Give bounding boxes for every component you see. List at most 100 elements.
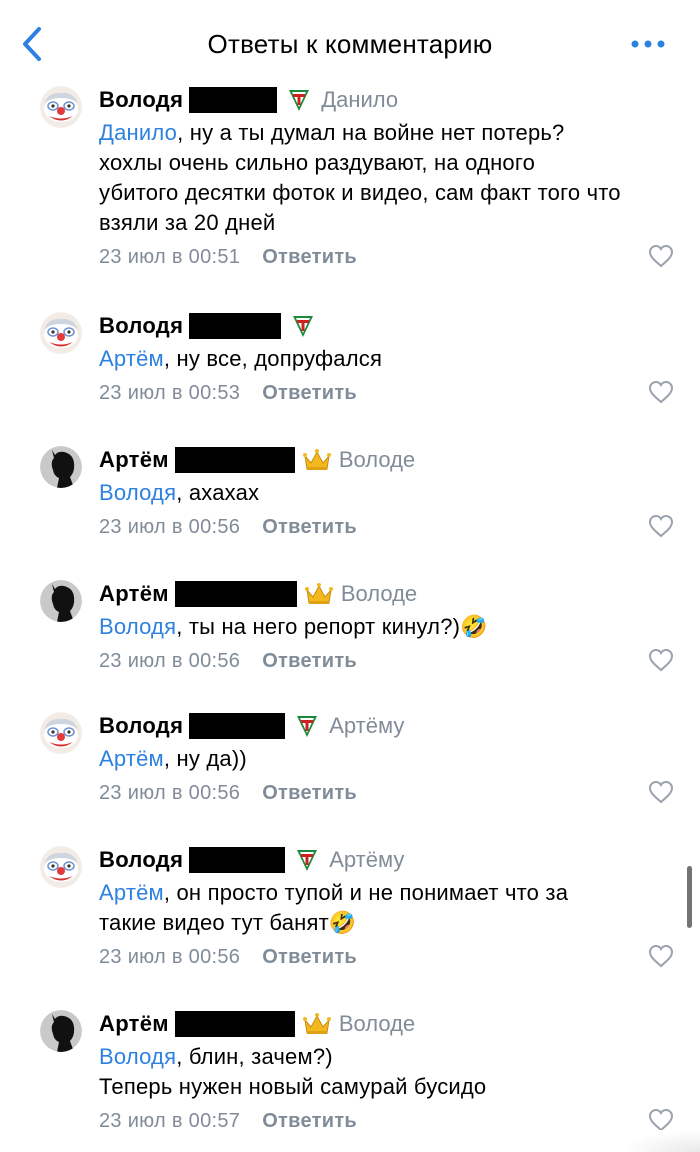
comment-meta: 23 июл в 00:53 Ответить [99, 376, 680, 410]
comment-text: Артём, ну да)) [99, 744, 680, 774]
redaction-bar [189, 847, 286, 873]
comment-header: Артём Володе [99, 580, 680, 608]
comment-body: Артём Володе Володя, блин, зачем?) Теперь н… [99, 1010, 680, 1138]
comment-header: Артём Володе [99, 1010, 680, 1038]
comment-meta: 23 июл в 00:56 Ответить [99, 940, 680, 974]
comment-header: Володя Артёму [99, 712, 680, 740]
top-bar: Ответы к комментарию [0, 0, 700, 88]
author-name[interactable]: Артём [99, 1011, 169, 1037]
comment-line: Володя, ты на него репорт кинул?)🤣 [99, 612, 680, 642]
redaction-bar [174, 1011, 295, 1037]
comment-meta: 23 июл в 00:56 Ответить [99, 776, 680, 810]
heart-icon[interactable] [648, 780, 674, 804]
reply-to-name[interactable]: Володе [339, 447, 415, 473]
comment-header: Володя Артёму [99, 846, 680, 874]
heart-icon[interactable] [648, 648, 674, 672]
comment-body: Артём Володе Володя, ахахах 23 июл в 00:56 О… [99, 446, 680, 544]
redaction-bar [174, 447, 295, 473]
redaction-bar [174, 581, 297, 607]
mention-link[interactable]: Артём [99, 346, 164, 371]
comment-header: Артём Володе [99, 446, 680, 474]
comment-line: такие видео тут банят🤣 [99, 908, 680, 938]
comment-line-text: , ты на него репорт кинул?)🤣 [176, 614, 488, 639]
clown-avatar[interactable] [40, 312, 82, 354]
comment-header: Володя Данило [99, 86, 680, 114]
comment-header: Володя [99, 312, 680, 340]
comment-text: Артём, он просто тупой и не понимает что… [99, 878, 680, 938]
author-name[interactable]: Володя [99, 313, 183, 339]
comment-line-text: , ахахах [176, 480, 260, 505]
timestamp: 23 июл в 00:56 [99, 945, 241, 968]
clown-avatar[interactable] [40, 846, 82, 888]
mention-link[interactable]: Володя [99, 480, 176, 505]
comment-text: Володя, ахахах [99, 478, 680, 508]
reply-to-name[interactable]: Данило [321, 87, 398, 113]
comment-text: Володя, ты на него репорт кинул?)🤣 [99, 612, 680, 642]
mention-link[interactable]: Володя [99, 614, 176, 639]
reply-button[interactable]: Ответить [262, 516, 357, 539]
comment-line-text: , ну да)) [163, 746, 247, 771]
mention-link[interactable]: Данило [99, 120, 177, 145]
comment-body: Артём Володе Володя, ты на него репорт кин… [99, 580, 680, 678]
comment-line: Володя, блин, зачем?) [99, 1042, 680, 1072]
timestamp: 23 июл в 00:56 [99, 649, 241, 672]
comment-text: Артём, ну все, допруфался [99, 344, 680, 374]
corner-shadow [620, 1130, 700, 1152]
torpedo-badge-icon [285, 86, 313, 114]
reply-to-name[interactable]: Володе [341, 581, 417, 607]
reply-button[interactable]: Ответить [262, 650, 357, 673]
comment-text: Володя, блин, зачем?) Теперь нужен новый … [99, 1042, 680, 1102]
heart-icon[interactable] [648, 1108, 674, 1132]
scrollbar[interactable] [687, 866, 692, 928]
silhouette-avatar[interactable] [40, 446, 82, 488]
comment-line-text: хохлы очень сильно раздувают, на одного [99, 150, 536, 175]
mention-link[interactable]: Артём [99, 746, 164, 771]
reply-button[interactable]: Ответить [262, 1110, 357, 1133]
comment-text: Данило, ну а ты думал на войне нет потер… [99, 118, 680, 238]
comment-body: Володя Артёму Артём, он просто тупой и не … [99, 846, 680, 974]
more-dots-icon[interactable] [628, 30, 668, 58]
comment-line: Артём, ну да)) [99, 744, 680, 774]
silhouette-avatar[interactable] [40, 1010, 82, 1052]
heart-icon[interactable] [648, 944, 674, 968]
redaction-bar [189, 713, 286, 739]
mention-link[interactable]: Володя [99, 1044, 176, 1069]
timestamp: 23 июл в 00:53 [99, 381, 241, 404]
redaction-bar [189, 313, 282, 339]
reply-button[interactable]: Ответить [262, 946, 357, 969]
comment-line-text: Теперь нужен новый самурай бусидо [99, 1074, 487, 1099]
comment-line-text: убитого десятки фоток и видео, сам факт … [99, 180, 621, 205]
comment-line: Артём, ну все, допруфался [99, 344, 680, 374]
reply-to-name[interactable]: Артёму [329, 847, 404, 873]
clown-avatar[interactable] [40, 86, 82, 128]
reply-button[interactable]: Ответить [262, 782, 357, 805]
silhouette-avatar[interactable] [40, 580, 82, 622]
reply-to-name[interactable]: Володе [339, 1011, 415, 1037]
comment-line-text: , ну а ты думал на войне нет потерь? [177, 120, 565, 145]
comment-line: Данило, ну а ты думал на войне нет потер… [99, 118, 680, 148]
author-name[interactable]: Артём [99, 581, 169, 607]
page-title: Ответы к комментарию [207, 28, 493, 59]
mention-link[interactable]: Артём [99, 880, 164, 905]
author-name[interactable]: Володя [99, 87, 183, 113]
reply-to-name[interactable]: Артёму [329, 713, 404, 739]
comment-line: хохлы очень сильно раздувают, на одного [99, 148, 680, 178]
author-name[interactable]: Артём [99, 447, 169, 473]
comment-body: Володя Артём, ну все, допруфался 23 июл в … [99, 312, 680, 410]
comment-meta: 23 июл в 00:56 Ответить [99, 510, 680, 544]
heart-icon[interactable] [648, 514, 674, 538]
reply-button[interactable]: Ответить [262, 246, 357, 269]
clown-avatar[interactable] [40, 712, 82, 754]
author-name[interactable]: Володя [99, 713, 183, 739]
crown-badge-icon [302, 446, 331, 474]
timestamp: 23 июл в 00:51 [99, 245, 241, 268]
comment-body: Володя Данило Данило, ну а ты думал на вой… [99, 86, 680, 274]
author-name[interactable]: Володя [99, 847, 183, 873]
heart-icon[interactable] [648, 380, 674, 404]
torpedo-badge-icon [289, 312, 317, 340]
timestamp: 23 июл в 00:56 [99, 515, 241, 538]
comment-meta: 23 июл в 00:51 Ответить [99, 240, 680, 274]
heart-icon[interactable] [648, 244, 674, 268]
reply-button[interactable]: Ответить [262, 382, 357, 405]
chevron-left-icon[interactable] [14, 24, 50, 64]
